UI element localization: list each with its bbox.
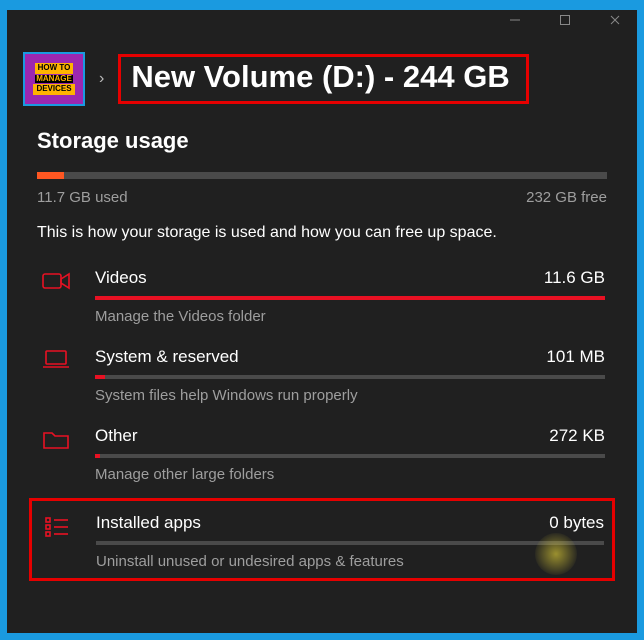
maximize-button[interactable] xyxy=(551,14,579,29)
content-area: Storage usage 11.7 GB used 232 GB free T… xyxy=(7,104,637,581)
category-folder[interactable]: Other 272 KB Manage other large folders xyxy=(37,422,607,501)
storage-usage-bar-fill xyxy=(37,172,64,179)
logo-line3: DEVICES xyxy=(33,84,74,95)
category-size: 11.6 GB xyxy=(544,268,605,288)
storage-usage-labels: 11.7 GB used 232 GB free xyxy=(37,189,607,206)
category-bar xyxy=(95,296,605,300)
category-subtext: Uninstall unused or undesired apps & fea… xyxy=(96,553,604,570)
category-subtext: Manage other large folders xyxy=(95,466,605,483)
category-body: Other 272 KB Manage other large folders xyxy=(95,426,605,483)
category-apps[interactable]: Installed apps 0 bytes Uninstall unused or… xyxy=(29,498,615,581)
category-bar xyxy=(95,375,605,379)
category-video[interactable]: Videos 11.6 GB Manage the Videos folder xyxy=(37,264,607,343)
category-size: 0 bytes xyxy=(549,513,604,533)
category-body: System & reserved 101 MB System files help… xyxy=(95,347,605,404)
category-size: 101 MB xyxy=(546,347,605,367)
logo-line1: HOW TO xyxy=(35,63,74,74)
page-title-highlight: New Volume (D:) - 244 GB xyxy=(118,54,528,104)
settings-window: HOW TO MANAGE DEVICES › New Volume (D:) … xyxy=(7,10,637,633)
category-name: Installed apps xyxy=(96,513,201,533)
logo-line2: MANAGE xyxy=(35,75,73,84)
category-body: Installed apps 0 bytes Uninstall unused or… xyxy=(96,513,604,570)
storage-used-label: 11.7 GB used xyxy=(37,189,128,206)
branding-logo: HOW TO MANAGE DEVICES xyxy=(25,54,83,104)
breadcrumb: › New Volume (D:) - 244 GB xyxy=(7,48,637,104)
category-size: 272 KB xyxy=(549,426,605,446)
category-subtext: Manage the Videos folder xyxy=(95,308,605,325)
storage-free-label: 232 GB free xyxy=(526,189,607,206)
storage-description: This is how your storage is used and how… xyxy=(37,224,607,242)
folder-icon xyxy=(39,426,73,483)
apps-icon xyxy=(40,513,74,570)
breadcrumb-chevron-icon[interactable]: › xyxy=(99,70,104,88)
category-bar-fill xyxy=(95,454,100,458)
category-list: Videos 11.6 GB Manage the Videos folder Sys… xyxy=(37,264,607,581)
category-body: Videos 11.6 GB Manage the Videos folder xyxy=(95,268,605,325)
category-bar xyxy=(96,541,604,545)
window-titlebar xyxy=(7,10,637,48)
minimize-button[interactable] xyxy=(501,14,529,29)
category-bar-fill xyxy=(95,375,105,379)
category-subtext: System files help Windows run properly xyxy=(95,387,605,404)
category-bar-fill xyxy=(95,296,605,300)
video-icon xyxy=(39,268,73,325)
category-name: Videos xyxy=(95,268,147,288)
category-name: System & reserved xyxy=(95,347,239,367)
storage-usage-bar xyxy=(37,172,607,179)
category-bar xyxy=(95,454,605,458)
laptop-icon xyxy=(39,347,73,404)
close-button[interactable] xyxy=(601,14,629,29)
category-laptop[interactable]: System & reserved 101 MB System files help… xyxy=(37,343,607,422)
category-name: Other xyxy=(95,426,138,446)
page-title: New Volume (D:) - 244 GB xyxy=(131,59,509,95)
storage-heading: Storage usage xyxy=(37,128,607,154)
